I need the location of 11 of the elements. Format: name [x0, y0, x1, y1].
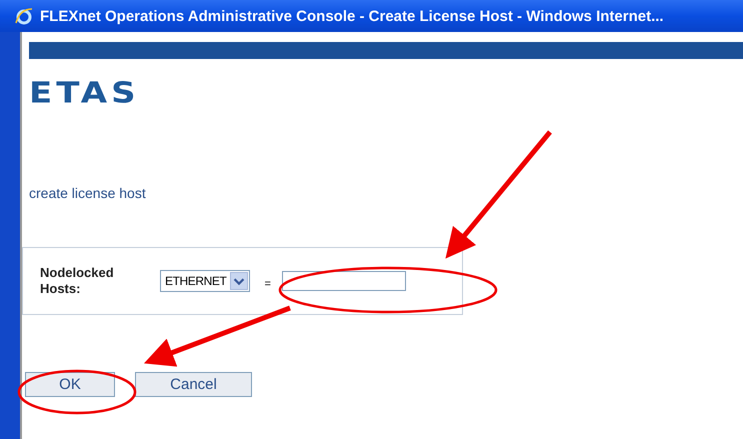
- connection-type-dropdown[interactable]: ETHERNET: [160, 270, 250, 292]
- equals-sign: =: [264, 278, 271, 290]
- cancel-button[interactable]: Cancel: [135, 372, 252, 397]
- page-heading-link[interactable]: create license host: [29, 185, 146, 201]
- caret-icon: [230, 272, 248, 290]
- field-label: Nodelocked Hosts:: [40, 265, 115, 297]
- ok-button[interactable]: OK: [25, 372, 115, 397]
- browser-icon: [14, 6, 34, 26]
- logo: ETAS: [29, 79, 140, 107]
- host-id-field[interactable]: [282, 271, 406, 291]
- window-title: FLEXnet Operations Administrative Console - Create License Host - Windows Internet...: [40, 8, 664, 24]
